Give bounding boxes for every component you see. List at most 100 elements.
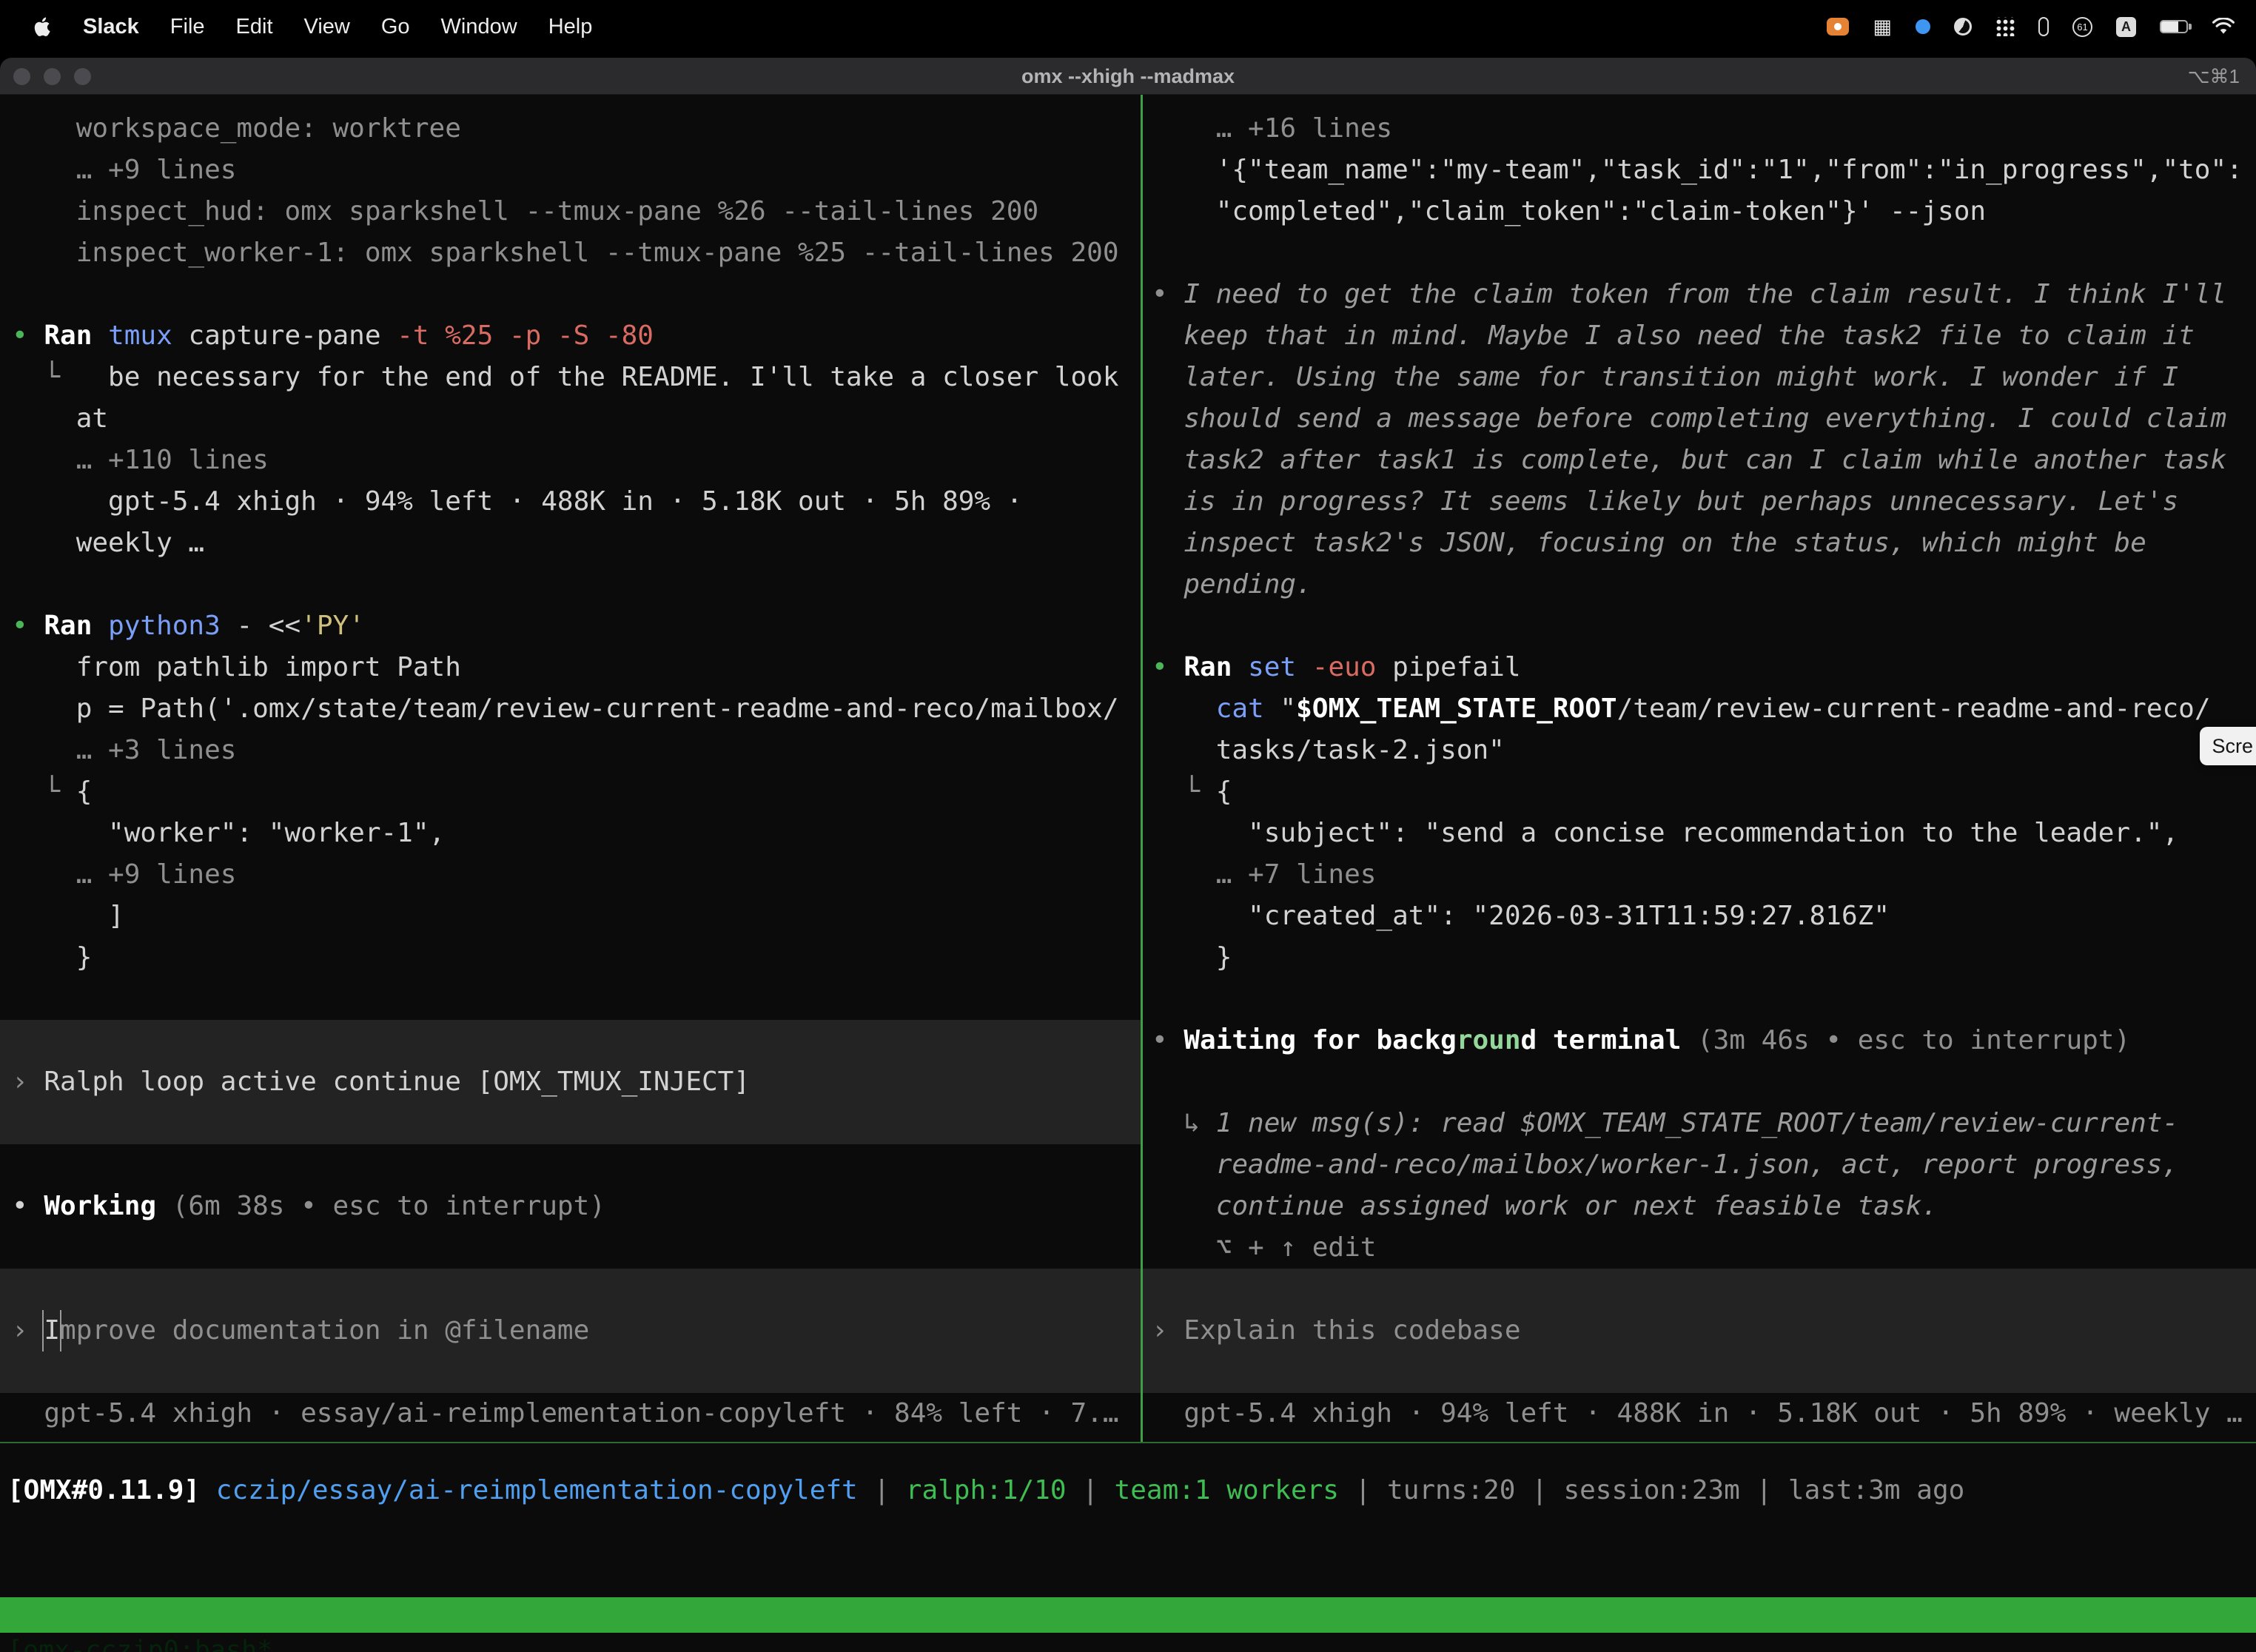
- swirl-icon[interactable]: [1954, 18, 1972, 36]
- terminal-row: inspect_worker-1: omx sparkshell --tmux-…: [0, 232, 1141, 274]
- menu-item-view[interactable]: View: [304, 15, 350, 39]
- terminal-row: keep that in mind. Maybe I also need the…: [1143, 315, 2256, 357]
- terminal-content: workspace_mode: worktree … +9 lines insp…: [0, 95, 2256, 1652]
- terminal-row: • Working (6m 38s • esc to interrupt): [0, 1186, 1141, 1227]
- prompt-band-row: [0, 1103, 1141, 1144]
- droplet-icon[interactable]: [1916, 19, 1930, 34]
- terminal-row: gpt-5.4 xhigh · 94% left · 488K in · 5.1…: [1143, 1393, 2256, 1434]
- clipboard-icon[interactable]: [2038, 17, 2049, 36]
- terminal-row: [0, 1144, 1141, 1186]
- terminal-row: • Ran python3 - <<'PY': [0, 605, 1141, 647]
- terminal-row: continue assigned work or next feasible …: [1143, 1186, 2256, 1227]
- terminal-row: … +9 lines: [0, 150, 1141, 191]
- menu-item-edit[interactable]: Edit: [236, 15, 273, 39]
- terminal-row: readme-and-reco/mailbox/worker-1.json, a…: [1143, 1144, 2256, 1186]
- window-shortcut: ⌥⌘1: [2188, 58, 2240, 95]
- apple-icon: [33, 16, 52, 38]
- terminal-row: gpt-5.4 xhigh · 94% left · 488K in · 5.1…: [0, 481, 1141, 523]
- window-title: omx --xhigh --madmax: [0, 58, 2256, 95]
- prompt-band-row: [1143, 1352, 2256, 1393]
- prompt-band-row: [0, 1020, 1141, 1061]
- menu-item-go[interactable]: Go: [381, 15, 410, 39]
- terminal-row: … +16 lines: [1143, 108, 2256, 150]
- prompt-band-row: [0, 1352, 1141, 1393]
- terminal-row: [1143, 232, 2256, 274]
- omx-hud-pane: [OMX#0.11.9] cczip/essay/ai-reimplementa…: [0, 1443, 2256, 1597]
- terminal-row: … +9 lines: [0, 854, 1141, 896]
- terminal-row: └ be necessary for the end of the README…: [0, 357, 1141, 398]
- pane-divider-vertical[interactable]: [1141, 95, 1143, 1442]
- tmux-session-label: [omx-cczip0:bash*: [7, 1633, 272, 1652]
- prompt-band-row[interactable]: › Ralph loop active continue [OMX_TMUX_I…: [0, 1061, 1141, 1103]
- menu-item-help[interactable]: Help: [548, 15, 593, 39]
- prompt-band-row: [1143, 1269, 2256, 1310]
- terminal-row: p = Path('.omx/state/team/review-current…: [0, 688, 1141, 730]
- terminal-row: └ {: [0, 771, 1141, 813]
- terminal-row: ]: [0, 896, 1141, 937]
- terminal-row: "subject": "send a concise recommendatio…: [1143, 813, 2256, 854]
- terminal-row: gpt-5.4 xhigh · essay/ai-reimplementatio…: [0, 1393, 1141, 1434]
- terminal-row: should send a message before completing …: [1143, 398, 2256, 440]
- terminal-row: weekly …: [0, 523, 1141, 564]
- terminal-row: inspect task2's JSON, focusing on the st…: [1143, 523, 2256, 564]
- terminal-row: inspect_hud: omx sparkshell --tmux-pane …: [0, 191, 1141, 232]
- terminal-row: • Ran set -euo pipefail: [1143, 647, 2256, 688]
- terminal-row: "completed","claim_token":"claim-token"}…: [1143, 191, 2256, 232]
- terminal-row: └ {: [1143, 771, 2256, 813]
- terminal-row: '{"team_name":"my-team","task_id":"1","f…: [1143, 150, 2256, 191]
- input-source-icon[interactable]: A: [2116, 17, 2136, 37]
- terminal-row: }: [1143, 937, 2256, 978]
- terminal-row: tasks/task-2.json": [1143, 730, 2256, 771]
- screen-recording-icon[interactable]: [1827, 18, 1849, 36]
- terminal-row: [1143, 978, 2256, 1020]
- terminal-row: … +110 lines: [0, 440, 1141, 481]
- terminal-row: cat "$OMX_TEAM_STATE_ROOT/team/review-cu…: [1143, 688, 2256, 730]
- terminal-row: [0, 978, 1141, 1020]
- tmux-pane-left[interactable]: workspace_mode: worktree … +9 lines insp…: [0, 108, 1141, 1434]
- terminal-row: [1143, 605, 2256, 647]
- terminal-row: [0, 1227, 1141, 1269]
- prompt-band-row: [0, 1269, 1141, 1310]
- terminal-row: ⌥ + ↑ edit: [1143, 1227, 2256, 1269]
- badge-icon[interactable]: 61: [2072, 17, 2092, 37]
- terminal-row: • Waiting for background terminal (3m 46…: [1143, 1020, 2256, 1061]
- menu-item-window[interactable]: Window: [441, 15, 517, 39]
- menu-bar: Slack File Edit View Go Window Help ▦ 61 A: [0, 0, 2256, 53]
- window-titlebar[interactable]: omx --xhigh --madmax ⌥⌘1: [0, 58, 2256, 95]
- terminal-row: workspace_mode: worktree: [0, 108, 1141, 150]
- terminal-row: [0, 274, 1141, 315]
- menu-items: File Edit View Go Window Help: [170, 15, 593, 39]
- wifi-icon[interactable]: [2212, 18, 2235, 36]
- omx-status-row: [OMX#0.11.9] cczip/essay/ai-reimplementa…: [0, 1470, 2256, 1511]
- terminal-row: from pathlib import Path: [0, 647, 1141, 688]
- terminal-row: ↳ 1 new msg(s): read $OMX_TEAM_STATE_ROO…: [1143, 1103, 2256, 1144]
- terminal-row: • Ran tmux capture-pane -t %25 -p -S -80: [0, 315, 1141, 357]
- terminal-row: [1143, 1061, 2256, 1103]
- menu-bar-left: Slack File Edit View Go Window Help: [33, 15, 592, 39]
- terminal-row: }: [0, 937, 1141, 978]
- dots-grid-icon[interactable]: [1995, 17, 2015, 36]
- terminal-row: pending.: [1143, 564, 2256, 605]
- menu-bar-status-icons: ▦ 61 A: [1827, 17, 2235, 37]
- terminal-row: later. Using the same for transition mig…: [1143, 357, 2256, 398]
- terminal-row: • I need to get the claim token from the…: [1143, 274, 2256, 315]
- terminal-row: "worker": "worker-1",: [0, 813, 1141, 854]
- apple-menu[interactable]: [33, 16, 52, 38]
- battery-icon[interactable]: [2160, 20, 2188, 33]
- app-menu-slack[interactable]: Slack: [83, 15, 139, 39]
- terminal-row: at: [0, 398, 1141, 440]
- terminal-row: is in progress? It seems likely but perh…: [1143, 481, 2256, 523]
- terminal-row: "created_at": "2026-03-31T11:59:27.816Z": [1143, 896, 2256, 937]
- terminal-row: [0, 564, 1141, 605]
- menu-item-file[interactable]: File: [170, 15, 205, 39]
- terminal-row: … +7 lines: [1143, 854, 2256, 896]
- terminal-window: omx --xhigh --madmax ⌥⌘1 workspace_mode:…: [0, 58, 2256, 1652]
- tmux-status-bar: [omx-cczip0:bash* "MacBook-Pro-44.local"…: [0, 1597, 2256, 1633]
- tooltip: Scre: [2200, 727, 2256, 765]
- terminal-row: task2 after task1 is complete, but can I…: [1143, 440, 2256, 481]
- terminal-row: … +3 lines: [0, 730, 1141, 771]
- grid-icon[interactable]: ▦: [1873, 17, 1892, 37]
- prompt-band-row[interactable]: › Improve documentation in @filename: [0, 1310, 1141, 1352]
- prompt-band-row[interactable]: › Explain this codebase: [1143, 1310, 2256, 1352]
- tmux-pane-right[interactable]: … +16 lines '{"team_name":"my-team","tas…: [1143, 108, 2256, 1434]
